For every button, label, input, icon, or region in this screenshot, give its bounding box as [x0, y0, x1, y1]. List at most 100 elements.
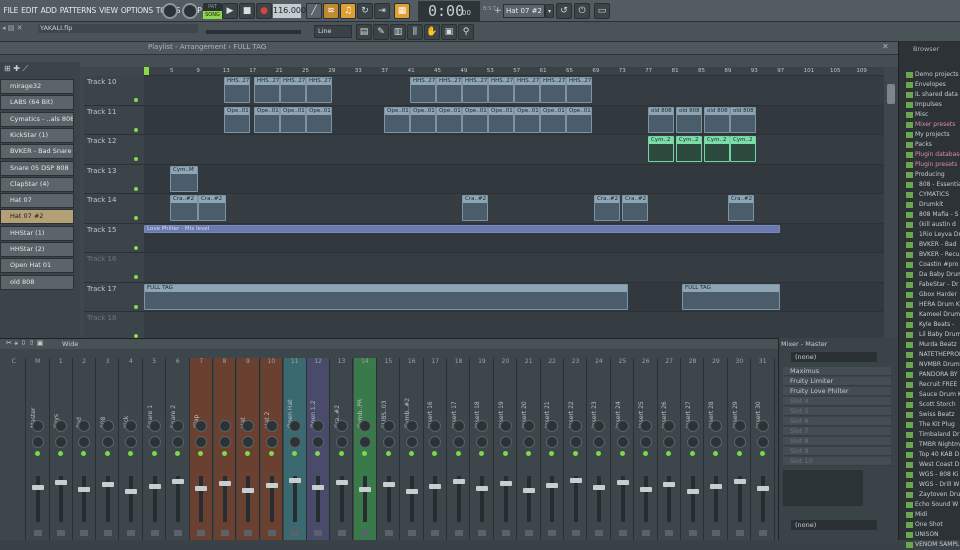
browser-item[interactable]: WGS - 808 Ki: [903, 470, 960, 480]
playlist-clip[interactable]: Cra..#2: [728, 195, 754, 221]
channel-button[interactable]: KickStar (1): [0, 127, 74, 143]
volume-fader-cap[interactable]: [382, 482, 395, 487]
stereo-knob[interactable]: [569, 436, 582, 448]
playlist-clip[interactable]: Cra..#2: [462, 195, 488, 221]
pan-knob[interactable]: [172, 420, 184, 432]
insert-enable-led[interactable]: [455, 451, 461, 456]
plugin-picker-button[interactable]: ✋: [424, 24, 440, 40]
eq-graph[interactable]: [783, 470, 863, 506]
volume-fader-cap[interactable]: [476, 486, 489, 491]
route-button[interactable]: [525, 530, 533, 536]
pan-knob[interactable]: [335, 420, 348, 432]
countdown-button[interactable]: ♫: [340, 3, 356, 19]
insert-enable-led[interactable]: [596, 451, 602, 456]
effect-slot[interactable]: Slot 6: [783, 417, 891, 426]
browser-item[interactable]: BVKER - Recu: [903, 250, 960, 260]
channel-button[interactable]: LABS (64 Bit): [0, 95, 74, 111]
stereo-knob[interactable]: [359, 436, 372, 448]
route-button[interactable]: [220, 530, 229, 536]
track-lane[interactable]: [144, 135, 884, 165]
browser-item[interactable]: (kill austin d: [903, 220, 960, 230]
pan-knob[interactable]: [289, 420, 301, 432]
channel-button[interactable]: Open Hat 01: [0, 258, 74, 274]
browser-item[interactable]: Sauce Drum K: [903, 390, 960, 400]
playlist-clip[interactable]: old 808: [704, 106, 730, 133]
track-header[interactable]: Track 16: [84, 253, 144, 283]
browser-item[interactable]: Plugin presets: [903, 160, 960, 170]
insert-enable-led[interactable]: [760, 451, 765, 456]
stereo-knob[interactable]: [242, 436, 255, 448]
playlist-scrollbar[interactable]: [887, 84, 895, 104]
stereo-knob[interactable]: [312, 436, 325, 448]
playlist-clip[interactable]: old 808: [648, 106, 674, 133]
channel-button[interactable]: HHStar (1): [0, 225, 74, 241]
track-header[interactable]: Track 14: [84, 194, 144, 224]
playlist-clip[interactable]: HHS..27: [280, 77, 306, 103]
effect-slot[interactable]: Slot 4: [783, 397, 891, 406]
playlist-clip[interactable]: Cra..#2: [170, 195, 198, 221]
mixer-insert-track[interactable]: 10 Hat 2: [260, 358, 284, 540]
mixer-insert-track[interactable]: 19 Insert 18: [471, 358, 494, 540]
volume-fader-cap[interactable]: [289, 478, 301, 483]
track-header[interactable]: Track 12: [84, 135, 144, 165]
volume-fader-cap[interactable]: [452, 479, 465, 484]
track-header[interactable]: Track 10: [84, 76, 144, 106]
master-level-slider[interactable]: [206, 30, 301, 34]
insert-enable-led[interactable]: [713, 451, 719, 456]
browser-item[interactable]: Demo projects: [903, 70, 960, 80]
playlist-clip[interactable]: Ope..01: [306, 106, 332, 133]
volume-fader-cap[interactable]: [101, 482, 114, 487]
mixer-insert-track[interactable]: 30 Insert 29: [728, 358, 752, 540]
pan-knob[interactable]: [359, 420, 372, 432]
channel-button[interactable]: ClapStar (4): [0, 176, 74, 192]
insert-enable-led[interactable]: [175, 451, 180, 456]
mixer-insert-track[interactable]: C: [3, 358, 26, 540]
track-mute-led[interactable]: [134, 245, 138, 250]
route-button[interactable]: [759, 530, 767, 536]
menu-view[interactable]: VIEW: [98, 0, 120, 22]
volume-fader-cap[interactable]: [733, 479, 746, 484]
route-button[interactable]: [595, 530, 604, 536]
browser-item[interactable]: Impulses: [903, 100, 960, 110]
master-volume-knob[interactable]: [162, 3, 178, 19]
mixer-insert-track[interactable]: 15 SUBS..03: [377, 358, 401, 540]
insert-enable-led[interactable]: [198, 451, 204, 456]
insert-enable-led[interactable]: [245, 451, 251, 456]
browser-item[interactable]: One Shot: [903, 520, 960, 530]
mixer-button[interactable]: ⫼: [407, 24, 423, 40]
route-button[interactable]: [642, 530, 650, 536]
volume-fader-cap[interactable]: [663, 482, 676, 487]
channel-button[interactable]: Cymatics - ..als 808 1 - C: [0, 111, 74, 127]
stereo-knob[interactable]: [546, 436, 559, 448]
playlist-clip[interactable]: old 808: [676, 106, 702, 133]
route-button[interactable]: [34, 530, 42, 536]
channel-button[interactable]: HHStar (2): [0, 242, 74, 257]
help-button[interactable]: ⚲: [458, 24, 474, 40]
playlist-clip[interactable]: Ope..01: [280, 106, 306, 133]
route-button[interactable]: [571, 530, 580, 536]
browser-item[interactable]: CYMATICS: [903, 190, 960, 200]
playlist-clip[interactable]: Ope..01: [254, 106, 280, 133]
mixer-insert-track[interactable]: 23 Insert 22: [564, 358, 588, 540]
volume-fader-cap[interactable]: [429, 484, 442, 489]
browser-item[interactable]: FabeStar - Dr: [903, 280, 960, 290]
stereo-knob[interactable]: [195, 436, 208, 448]
volume-fader-cap[interactable]: [265, 483, 278, 488]
stereo-knob[interactable]: [55, 436, 67, 448]
mixer-insert-track[interactable]: 12 Open 1.2: [307, 358, 330, 540]
insert-enable-led[interactable]: [58, 451, 63, 456]
mixer-input-selector[interactable]: (none): [791, 352, 877, 362]
route-button[interactable]: [80, 530, 89, 536]
insert-enable-led[interactable]: [409, 451, 414, 456]
insert-enable-led[interactable]: [362, 451, 368, 456]
wait-input-button[interactable]: ≋: [323, 3, 339, 19]
route-button[interactable]: [337, 530, 346, 536]
stereo-knob[interactable]: [78, 436, 91, 448]
browser-item[interactable]: PANDORA BY: [903, 370, 960, 380]
stereo-knob[interactable]: [686, 436, 699, 448]
volume-fader-cap[interactable]: [172, 479, 184, 484]
stereo-knob[interactable]: [289, 436, 301, 448]
playlist-clip[interactable]: Ope..01: [224, 106, 250, 133]
stereo-knob[interactable]: [125, 436, 138, 448]
mixer-tool-icons[interactable]: ✂ ⚹ ⇩ ⇧ ▣: [6, 339, 43, 348]
